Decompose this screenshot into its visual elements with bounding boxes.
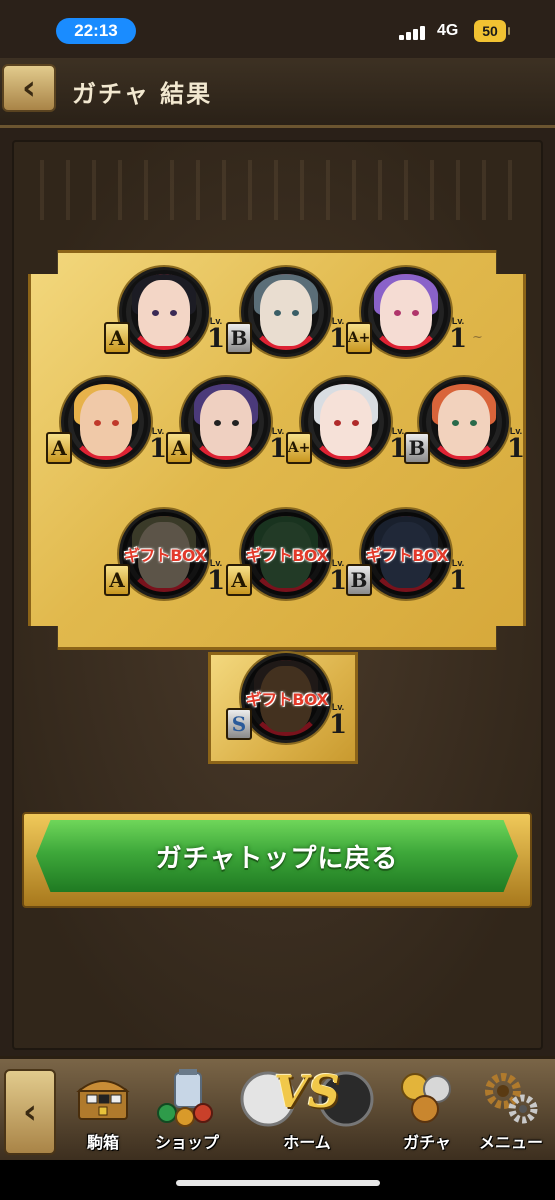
home-indicator[interactable] xyxy=(176,1180,380,1186)
rank-badge: A xyxy=(226,564,252,596)
coins-icon xyxy=(401,1073,451,1123)
level-indicator: Lv. 1 xyxy=(506,426,526,464)
chevron-left-icon: ‹ xyxy=(22,1092,37,1132)
nav-item-shop[interactable]: ショップ xyxy=(146,1065,228,1157)
header-bar: ‹ ガチャ 結果 xyxy=(0,58,555,128)
result-unit[interactable]: A+ Lv. 1 xyxy=(286,380,407,480)
unit-portrait xyxy=(122,270,206,354)
nav-label: メニュー xyxy=(478,1133,543,1152)
gift-box-label: ギフトBOX xyxy=(245,546,329,565)
result-unit-gift[interactable]: ギフトBOX A Lv. 1 xyxy=(226,512,347,612)
network-label: 4G xyxy=(437,22,459,39)
rank-badge: A+ xyxy=(346,322,372,354)
unit-portrait xyxy=(64,380,148,464)
gift-box-label: ギフトBOX xyxy=(245,690,329,709)
nav-item-koma-box[interactable]: 駒箱 xyxy=(62,1065,144,1157)
result-unit[interactable]: A Lv. 1 xyxy=(166,380,287,480)
unit-portrait xyxy=(422,380,506,464)
unit-portrait xyxy=(304,380,388,464)
return-button-label: ガチャトップに戻る xyxy=(155,843,399,874)
featured-result-unit[interactable]: ギフトBOX S Lv. 1 xyxy=(226,656,347,756)
return-to-gacha-top-button[interactable]: ガチャトップに戻る xyxy=(36,820,518,892)
back-button[interactable]: ‹ xyxy=(2,64,56,112)
background-pattern xyxy=(40,160,515,220)
nav-item-menu[interactable]: メニュー xyxy=(470,1065,552,1157)
rank-badge: B xyxy=(346,564,372,596)
vs-emblem: VS xyxy=(274,1067,340,1118)
rank-badge: A xyxy=(166,432,192,464)
unit-portrait xyxy=(244,270,328,354)
chevron-left-icon: ‹ xyxy=(21,68,36,108)
result-unit[interactable]: A Lv. 1 xyxy=(46,380,167,480)
nav-item-gacha[interactable]: ガチャ xyxy=(386,1065,468,1157)
unit-portrait xyxy=(184,380,268,464)
treasure-chest-icon xyxy=(76,1080,130,1120)
nav-label: 駒箱 xyxy=(86,1133,119,1152)
result-unit[interactable]: B Lv. 1 xyxy=(404,380,525,480)
level-indicator: Lv. 1 xyxy=(206,316,226,354)
nav-item-home[interactable]: VS ホーム xyxy=(232,1065,382,1157)
gift-box-label: ギフトBOX xyxy=(123,546,207,565)
rank-badge: A xyxy=(104,322,130,354)
result-unit[interactable]: A+ Lv. 1 xyxy=(346,270,467,370)
rank-badge: A xyxy=(104,564,130,596)
bottom-nav: ‹ 駒箱 ショップ VS ホーム ガチャ メニュー xyxy=(0,1056,555,1160)
nav-label: ショップ xyxy=(154,1133,219,1152)
unit-portrait xyxy=(364,270,448,354)
gift-box-label: ギフトBOX xyxy=(365,546,449,565)
status-bar: 22:13 4G 50 xyxy=(0,0,555,58)
page-title: ガチャ 結果 xyxy=(72,80,213,108)
rank-badge: B xyxy=(226,322,252,354)
rank-badge: S xyxy=(226,708,252,740)
result-unit-gift[interactable]: ギフトBOX A Lv. 1 xyxy=(104,512,225,612)
shop-icon xyxy=(157,1069,213,1127)
signature-mark: ~ xyxy=(472,330,483,345)
nav-back-button[interactable]: ‹ xyxy=(4,1069,56,1155)
level-indicator: Lv. 1 xyxy=(448,316,468,354)
status-time: 22:13 xyxy=(56,18,136,44)
result-unit[interactable]: A Lv. 1 xyxy=(104,270,225,370)
rank-badge: B xyxy=(404,432,430,464)
rank-badge: A+ xyxy=(286,432,312,464)
nav-label: ホーム xyxy=(283,1133,331,1152)
gear-icon xyxy=(485,1073,538,1124)
nav-label: ガチャ xyxy=(403,1133,451,1152)
rank-badge: A xyxy=(46,432,72,464)
result-unit[interactable]: B Lv. 1 xyxy=(226,270,347,370)
result-unit-gift[interactable]: ギフトBOX B Lv. 1 xyxy=(346,512,467,612)
battery-icon: 50 xyxy=(474,20,510,42)
signal-icon xyxy=(399,24,433,40)
